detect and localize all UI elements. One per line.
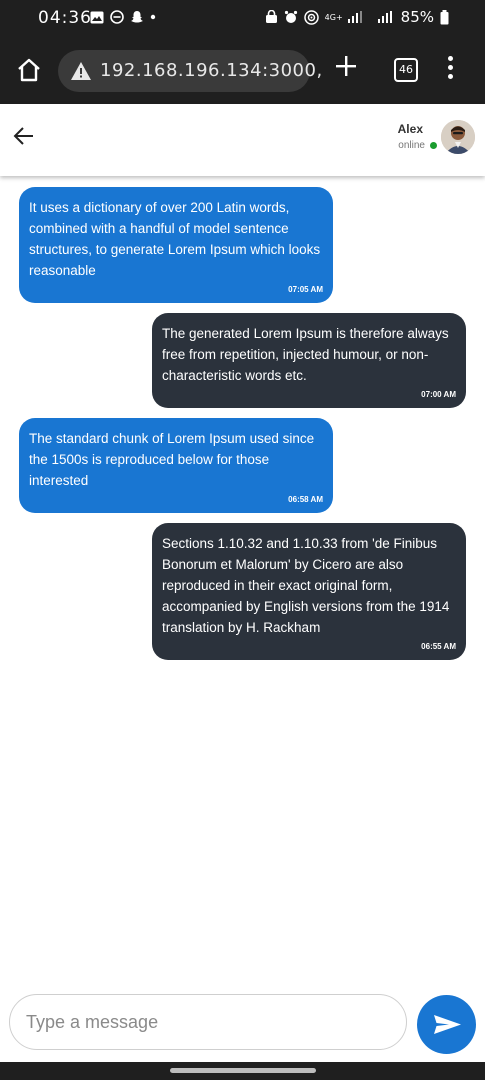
message-time: 07:05 AM bbox=[288, 285, 323, 294]
warning-icon[interactable] bbox=[70, 61, 92, 81]
gallery-icon bbox=[90, 11, 104, 23]
system-indicators: 4G+ 85% bbox=[265, 8, 449, 26]
message-bubble-incoming: The standard chunk of Lorem Ipsum used s… bbox=[19, 418, 333, 513]
message-time: 07:00 AM bbox=[421, 390, 456, 399]
online-indicator bbox=[430, 142, 437, 149]
message-bubble-outgoing: The generated Lorem Ipsum is therefore a… bbox=[152, 313, 466, 408]
tabs-button[interactable]: 46 bbox=[394, 58, 418, 82]
message-composer bbox=[0, 990, 485, 1060]
battery-icon bbox=[440, 9, 449, 24]
back-button[interactable] bbox=[12, 124, 36, 148]
alarm-lock-icon bbox=[265, 10, 277, 23]
more-vert-icon[interactable] bbox=[446, 56, 454, 84]
browser-toolbar: 192.168.196.134:3000, 46 bbox=[0, 36, 485, 104]
home-button[interactable] bbox=[14, 56, 44, 84]
message-text: It uses a dictionary of over 200 Latin w… bbox=[29, 200, 321, 278]
do-not-disturb-icon bbox=[110, 10, 124, 24]
message-time: 06:58 AM bbox=[288, 495, 323, 504]
dot-icon bbox=[150, 14, 156, 20]
contact-status: online bbox=[398, 140, 437, 151]
avatar[interactable] bbox=[441, 120, 475, 154]
message-text: The generated Lorem Ipsum is therefore a… bbox=[162, 326, 449, 383]
url-text[interactable]: 192.168.196.134:3000, bbox=[100, 60, 323, 81]
message-input[interactable] bbox=[9, 994, 407, 1050]
status-bar: 04:36 4G+ 85% bbox=[0, 0, 485, 36]
send-button[interactable] bbox=[417, 995, 476, 1054]
message-bubble-incoming: It uses a dictionary of over 200 Latin w… bbox=[19, 187, 333, 303]
status-text: online bbox=[398, 140, 425, 151]
message-text: Sections 1.10.32 and 1.10.33 from 'de Fi… bbox=[162, 536, 450, 635]
status-time: 04:36 bbox=[38, 8, 92, 28]
battery-level: 85% bbox=[400, 8, 434, 26]
avatar-photo bbox=[441, 120, 475, 154]
message-bubble-outgoing: Sections 1.10.32 and 1.10.33 from 'de Fi… bbox=[152, 523, 466, 660]
notification-icons bbox=[90, 10, 156, 24]
alarm-icon bbox=[284, 10, 297, 23]
hotspot-icon bbox=[303, 9, 319, 25]
message-text: The standard chunk of Lorem Ipsum used s… bbox=[29, 431, 315, 488]
message-time: 06:55 AM bbox=[421, 642, 456, 651]
gesture-nav-bar bbox=[0, 1062, 485, 1080]
new-tab-button[interactable] bbox=[334, 50, 358, 84]
chat-header: Alex online bbox=[0, 104, 485, 176]
signal-icon bbox=[347, 11, 362, 23]
plus-icon bbox=[336, 56, 356, 76]
home-icon bbox=[18, 58, 40, 82]
address-bar[interactable]: 192.168.196.134:3000, bbox=[58, 50, 322, 92]
tabs-icon: 46 bbox=[399, 63, 413, 76]
home-gesture-handle[interactable] bbox=[170, 1068, 316, 1073]
network-type-label: 4G+ bbox=[324, 12, 343, 22]
send-icon bbox=[434, 1015, 461, 1034]
snapchat-icon bbox=[131, 11, 143, 23]
signal-icon-sim2 bbox=[377, 11, 392, 23]
contact-name: Alex bbox=[397, 122, 423, 136]
back-arrow-icon bbox=[13, 127, 33, 145]
